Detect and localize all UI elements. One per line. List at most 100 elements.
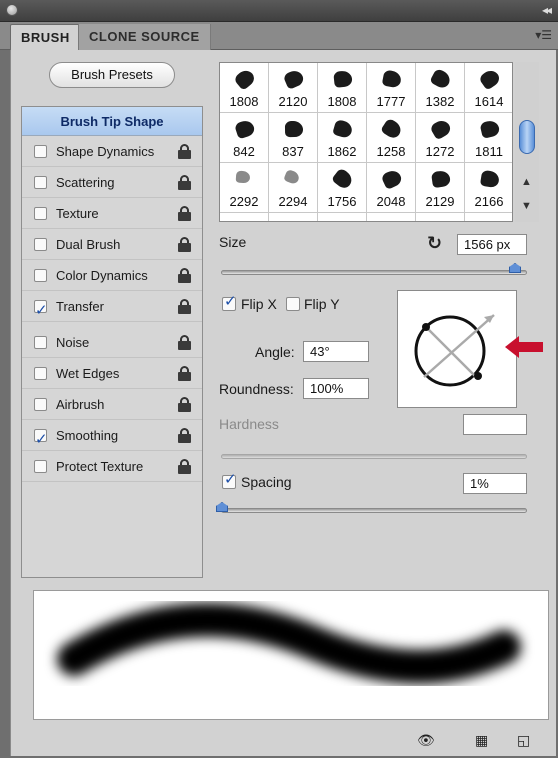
lock-icon[interactable] — [178, 268, 192, 284]
hardness-input[interactable] — [463, 414, 527, 435]
collapse-icon[interactable]: ◂◂ — [542, 3, 552, 17]
brush-tip-cell[interactable]: 1614 — [465, 63, 512, 113]
spacing-slider-track[interactable] — [221, 508, 527, 513]
spacing-slider-knob[interactable] — [216, 502, 228, 512]
brush-tip-cell[interactable]: 1382 — [416, 63, 465, 113]
tab-brush[interactable]: BRUSH — [10, 24, 81, 50]
checkbox[interactable] — [34, 367, 47, 380]
brush-tip-cell[interactable] — [367, 213, 416, 221]
angle-roundness-widget[interactable] — [397, 290, 517, 408]
option-scattering[interactable]: Scattering — [22, 167, 202, 198]
checkbox[interactable] — [34, 238, 47, 251]
checkbox[interactable] — [34, 176, 47, 189]
brush-tip-cell[interactable]: 2292 — [220, 163, 269, 213]
option-airbrush[interactable]: Airbrush — [22, 389, 202, 420]
brush-grid-scrollbar[interactable]: ▲ ▼ — [515, 62, 539, 222]
roundness-input[interactable]: 100% — [303, 378, 369, 399]
scroll-up-icon[interactable]: ▲ — [521, 176, 532, 188]
brush-tip-cell[interactable]: 2129 — [416, 163, 465, 213]
flip-x-label: Flip X — [241, 296, 277, 312]
brush-tip-cell[interactable]: 842 — [220, 113, 269, 163]
size-slider-track[interactable] — [221, 270, 527, 275]
option-protect-texture[interactable]: Protect Texture — [22, 451, 202, 482]
brush-tip-cell[interactable]: 837 — [269, 113, 318, 163]
option-transfer[interactable]: Transfer — [22, 291, 202, 326]
brush-tip-thumbnail-icon — [232, 67, 258, 91]
brush-tip-cell[interactable]: 2048 — [367, 163, 416, 213]
size-slider-knob[interactable] — [509, 263, 521, 273]
brush-tip-cell[interactable] — [465, 213, 512, 221]
brush-tip-thumbnail-icon — [282, 68, 306, 90]
spacing-checkbox[interactable] — [222, 470, 237, 489]
brush-tip-grid: 1808 2120 1808 1777 1382 1614 842 837 1862 1258 12… — [219, 62, 513, 222]
brush-tip-size: 1777 — [376, 94, 406, 109]
option-dual-brush[interactable]: Dual Brush — [22, 229, 202, 260]
brush-tip-size: 1382 — [425, 94, 455, 109]
brush-tip-cell[interactable] — [318, 213, 367, 221]
option-shape-dynamics[interactable]: Shape Dynamics — [22, 136, 202, 167]
brush-tip-cell[interactable] — [269, 213, 318, 221]
lock-icon[interactable] — [178, 459, 192, 475]
hardness-label: Hardness — [219, 416, 279, 432]
reset-size-icon[interactable]: ↻ — [427, 233, 442, 254]
checkbox-checked[interactable] — [34, 424, 48, 455]
lock-icon[interactable] — [178, 175, 192, 191]
checkbox[interactable] — [34, 460, 47, 473]
option-color-dynamics[interactable]: Color Dynamics — [22, 260, 202, 291]
flip-x-checkbox[interactable] — [222, 292, 237, 311]
brush-tip-size: 1808 — [229, 94, 259, 109]
lock-icon[interactable] — [178, 206, 192, 222]
lock-icon[interactable] — [178, 144, 192, 160]
flip-y-checkbox[interactable] — [286, 297, 300, 311]
option-texture[interactable]: Texture — [22, 198, 202, 229]
option-smoothing[interactable]: Smoothing — [22, 420, 202, 455]
new-preset-icon[interactable]: ◱ — [517, 732, 533, 748]
size-input[interactable]: 1566 px — [457, 234, 527, 255]
brush-tip-shape-item[interactable]: Brush Tip Shape — [22, 107, 202, 136]
brush-presets-button[interactable]: Brush Presets — [49, 62, 175, 88]
panel-footer: 👁 ▦ ◱ — [21, 726, 558, 756]
brush-tip-cell[interactable]: 1777 — [367, 63, 416, 113]
brush-tip-cell[interactable]: 1808 — [318, 63, 367, 113]
checkbox[interactable] — [34, 145, 47, 158]
brush-tip-thumbnail-icon — [479, 119, 501, 139]
option-noise[interactable]: Noise — [22, 327, 202, 358]
brush-tip-size: 1756 — [327, 194, 357, 209]
toggle-preview-icon[interactable]: 👁 — [417, 732, 435, 748]
close-panel-icon[interactable] — [6, 4, 18, 16]
brush-tip-cell[interactable]: 1272 — [416, 113, 465, 163]
lock-icon[interactable] — [178, 397, 192, 413]
brush-tip-cell[interactable]: 1862 — [318, 113, 367, 163]
brush-tip-cell[interactable] — [220, 213, 269, 221]
scroll-down-icon[interactable]: ▼ — [521, 200, 532, 212]
brush-tip-cell[interactable]: 2166 — [465, 163, 512, 213]
brush-tip-cell[interactable] — [416, 213, 465, 221]
brush-tip-cell[interactable]: 1756 — [318, 163, 367, 213]
brush-tip-thumbnail-icon — [330, 167, 356, 191]
checkbox-checked[interactable] — [34, 295, 48, 326]
lock-icon[interactable] — [178, 428, 192, 444]
option-wet-edges[interactable]: Wet Edges — [22, 358, 202, 389]
panel-menu-icon[interactable]: ▾☰ — [535, 28, 552, 42]
lock-icon[interactable] — [178, 366, 192, 382]
checkbox[interactable] — [34, 336, 47, 349]
brush-tip-cell[interactable]: 2120 — [269, 63, 318, 113]
hardness-slider-track[interactable] — [221, 454, 527, 459]
checkbox[interactable] — [34, 269, 47, 282]
lock-icon[interactable] — [178, 237, 192, 253]
brush-tip-cell[interactable]: 1258 — [367, 113, 416, 163]
lock-icon[interactable] — [178, 299, 192, 315]
spacing-input[interactable]: 1% — [463, 473, 527, 494]
scrollbar-thumb[interactable] — [519, 120, 535, 154]
option-label: Scattering — [56, 175, 115, 190]
brush-tip-cell[interactable]: 1811 — [465, 113, 512, 163]
brush-tip-thumbnail-icon — [429, 67, 453, 91]
brush-tip-cell[interactable]: 1808 — [220, 63, 269, 113]
angle-input[interactable]: 43° — [303, 341, 369, 362]
brush-tip-cell[interactable]: 2294 — [269, 163, 318, 213]
checkbox[interactable] — [34, 398, 47, 411]
brush-grid-icon[interactable]: ▦ — [475, 732, 491, 748]
lock-icon[interactable] — [178, 335, 192, 351]
checkbox[interactable] — [34, 207, 47, 220]
tab-clone-source[interactable]: CLONE SOURCE — [78, 24, 211, 50]
